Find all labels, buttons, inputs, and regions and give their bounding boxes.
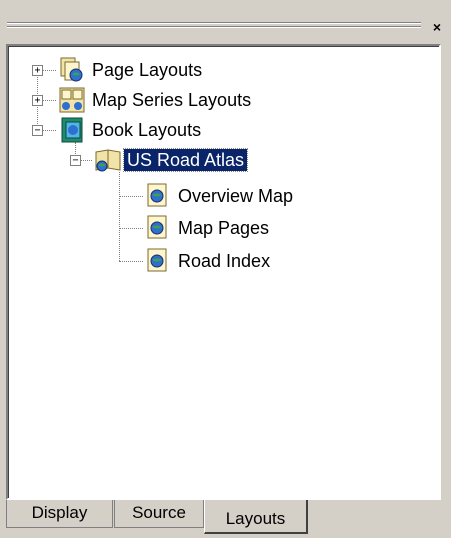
tree-item-map-pages[interactable]: Map Pages — [178, 217, 269, 239]
map-page-icon — [144, 182, 170, 213]
tree-item-road-index[interactable]: Road Index — [178, 250, 270, 272]
tree-item-page-layouts[interactable]: Page Layouts — [92, 59, 202, 81]
tree-connector — [119, 228, 143, 229]
map-page-icon — [144, 247, 170, 278]
tab-strip: Display Source Layouts — [6, 500, 446, 537]
tree-connector — [119, 172, 120, 261]
layouts-tree[interactable]: + Page Layouts + Map Series Layouts − Bo… — [6, 44, 441, 500]
tree-connector — [42, 130, 56, 131]
tree-item-map-series-layouts[interactable]: Map Series Layouts — [92, 89, 251, 111]
collapse-button[interactable]: − — [70, 155, 81, 166]
tab-source[interactable]: Source — [114, 500, 204, 528]
tree-connector — [80, 160, 92, 161]
tree-connector — [42, 70, 56, 71]
grip-line — [7, 26, 421, 28]
tree-item-book-layouts[interactable]: Book Layouts — [92, 119, 201, 141]
map-page-icon — [144, 214, 170, 245]
expand-button[interactable]: + — [32, 95, 43, 106]
expand-button[interactable]: + — [32, 65, 43, 76]
tree-item-us-road-atlas[interactable]: US Road Atlas — [122, 148, 249, 172]
tab-layouts[interactable]: Layouts — [204, 500, 308, 534]
page-layouts-icon — [58, 56, 86, 89]
tree-connector — [42, 100, 56, 101]
tree-connector — [119, 196, 143, 197]
tree-connector — [119, 261, 143, 262]
collapse-button[interactable]: − — [32, 125, 43, 136]
tree-item-overview-map[interactable]: Overview Map — [178, 185, 293, 207]
close-icon[interactable]: × — [430, 20, 444, 34]
panel-titlebar[interactable]: × — [5, 18, 446, 40]
atlas-book-icon — [94, 146, 122, 179]
tab-display[interactable]: Display — [6, 500, 113, 528]
grip-line — [7, 22, 421, 24]
book-icon — [58, 116, 86, 149]
map-series-icon — [58, 86, 86, 119]
